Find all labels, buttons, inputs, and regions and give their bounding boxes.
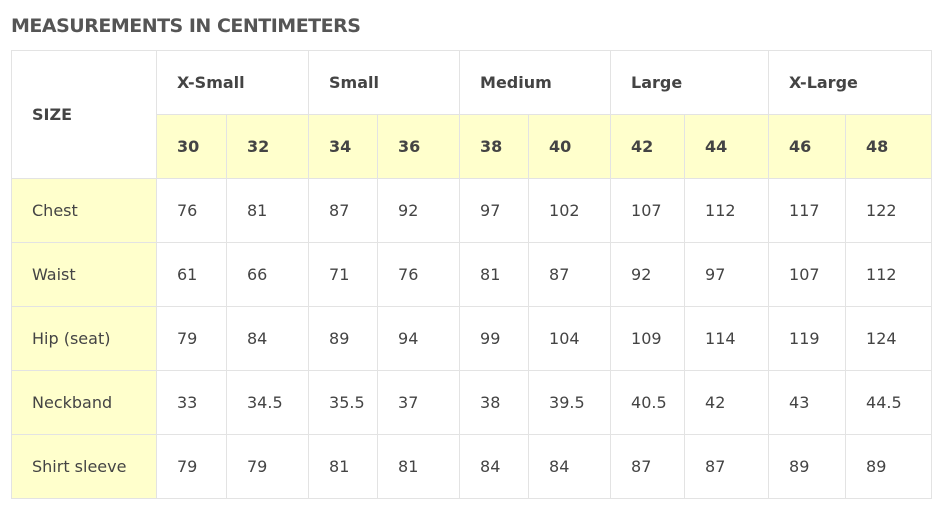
table-cell: 44.5: [845, 370, 933, 435]
row-label-neckband: Neckband: [11, 370, 157, 435]
table-row: Shirt sleeve 79 79 81 81 84 84 87 87 89 …: [11, 434, 933, 499]
size-header: SIZE: [11, 50, 157, 179]
table-cell: 81: [225, 178, 310, 243]
table-cell: 99: [459, 306, 530, 371]
table-cell: 119: [768, 306, 847, 371]
table-cell: 112: [845, 242, 933, 307]
table-cell: 38: [459, 370, 530, 435]
size-number: 30: [156, 114, 227, 179]
table-cell: 84: [459, 434, 530, 499]
table-cell: 66: [225, 242, 310, 307]
table-cell: 94: [377, 306, 461, 371]
table-cell: 84: [225, 306, 310, 371]
table-cell: 97: [459, 178, 530, 243]
table-cell: 87: [684, 434, 770, 499]
row-label-chest: Chest: [11, 178, 157, 243]
size-number: 36: [377, 114, 461, 179]
size-group-x-small: X-Small: [155, 50, 310, 115]
table-cell: 92: [377, 178, 461, 243]
table-cell: 89: [845, 434, 933, 499]
table-cell: 61: [156, 242, 227, 307]
table-cell: 124: [845, 306, 933, 371]
page-title: MEASUREMENTS IN CENTIMETERS: [11, 15, 361, 37]
table-cell: 87: [308, 178, 379, 243]
row-label-hip: Hip (seat): [11, 306, 157, 371]
size-group-small: Small: [308, 50, 461, 115]
table-cell: 114: [684, 306, 770, 371]
table-cell: 79: [225, 434, 310, 499]
table-cell: 71: [308, 242, 379, 307]
size-number: 42: [610, 114, 686, 179]
table-cell: 117: [768, 178, 847, 243]
table-cell: 107: [768, 242, 847, 307]
size-number: 44: [684, 114, 770, 179]
table-cell: 109: [610, 306, 686, 371]
table-cell: 112: [684, 178, 770, 243]
table-cell: 39.5: [528, 370, 612, 435]
table-row: Neckband 33 34.5 35.5 37 38 39.5 40.5 42…: [11, 370, 933, 435]
size-number: 32: [225, 114, 310, 179]
size-number: 34: [308, 114, 379, 179]
table-row: Chest 76 81 87 92 97 102 107 112 117 122: [11, 178, 933, 243]
table-cell: 104: [528, 306, 612, 371]
size-number: 48: [845, 114, 933, 179]
table-cell: 107: [610, 178, 686, 243]
table-cell: 81: [377, 434, 461, 499]
table-cell: 34.5: [225, 370, 310, 435]
table-cell: 81: [459, 242, 530, 307]
table-cell: 42: [684, 370, 770, 435]
table-cell: 84: [528, 434, 612, 499]
table-cell: 76: [156, 178, 227, 243]
table-cell: 76: [377, 242, 461, 307]
size-number: 38: [459, 114, 530, 179]
table-row: Waist 61 66 71 76 81 87 92 97 107 112: [11, 242, 933, 307]
table-cell: 97: [684, 242, 770, 307]
table-cell: 122: [845, 178, 933, 243]
size-chart-table: SIZE X-Small Small Medium Large X-Large …: [11, 50, 933, 499]
size-group-x-large: X-Large: [768, 50, 933, 115]
table-row: Hip (seat) 79 84 89 94 99 104 109 114 11…: [11, 306, 933, 371]
size-number: 40: [528, 114, 612, 179]
table-cell: 33: [156, 370, 227, 435]
table-cell: 40.5: [610, 370, 686, 435]
row-label-shirt-sleeve: Shirt sleeve: [11, 434, 157, 499]
size-group-row: SIZE X-Small Small Medium Large X-Large: [11, 50, 933, 179]
table-cell: 87: [528, 242, 612, 307]
table-cell: 79: [156, 306, 227, 371]
size-group-large: Large: [610, 50, 770, 115]
table-cell: 79: [156, 434, 227, 499]
table-cell: 87: [610, 434, 686, 499]
table-cell: 89: [768, 434, 847, 499]
table-cell: 37: [377, 370, 461, 435]
table-cell: 81: [308, 434, 379, 499]
size-group-medium: Medium: [459, 50, 612, 115]
table-cell: 92: [610, 242, 686, 307]
table-cell: 102: [528, 178, 612, 243]
table-cell: 35.5: [308, 370, 379, 435]
row-label-waist: Waist: [11, 242, 157, 307]
size-number: 46: [768, 114, 847, 179]
table-cell: 89: [308, 306, 379, 371]
table-cell: 43: [768, 370, 847, 435]
